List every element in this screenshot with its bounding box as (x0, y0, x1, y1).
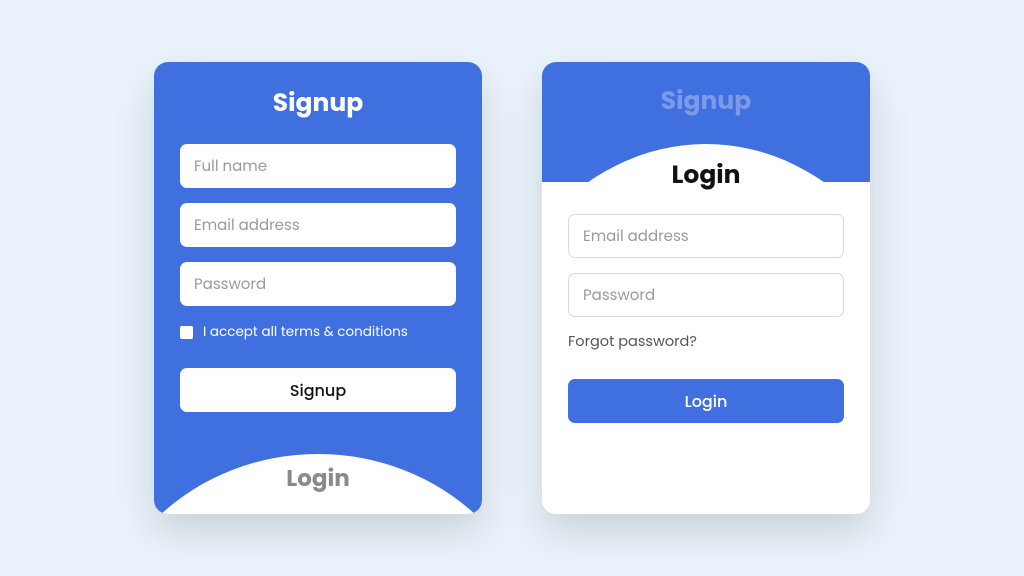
terms-checkbox[interactable] (180, 326, 193, 339)
login-title: Login (568, 156, 844, 194)
signup-title: Signup (180, 84, 456, 122)
signup-panel: Signup I accept all terms & conditions S… (154, 62, 482, 514)
login-fields (568, 214, 844, 317)
login-panel: Login Forgot password? Login (542, 156, 870, 423)
login-email-input[interactable] (568, 214, 844, 258)
terms-label: I accept all terms & conditions (203, 322, 408, 342)
switch-to-login-label[interactable]: Login (154, 462, 482, 496)
login-password-input[interactable] (568, 273, 844, 317)
login-button[interactable]: Login (568, 379, 844, 423)
signup-card: Signup I accept all terms & conditions S… (154, 62, 482, 514)
forgot-password-link[interactable]: Forgot password? (568, 332, 844, 353)
email-input[interactable] (180, 203, 456, 247)
switch-to-signup-label[interactable]: Signup (542, 82, 870, 120)
terms-row: I accept all terms & conditions (180, 322, 456, 342)
password-input[interactable] (180, 262, 456, 306)
fullname-input[interactable] (180, 144, 456, 188)
signup-button[interactable]: Signup (180, 368, 456, 412)
signup-fields (180, 144, 456, 306)
login-card: Signup Login Forgot password? Login (542, 62, 870, 514)
